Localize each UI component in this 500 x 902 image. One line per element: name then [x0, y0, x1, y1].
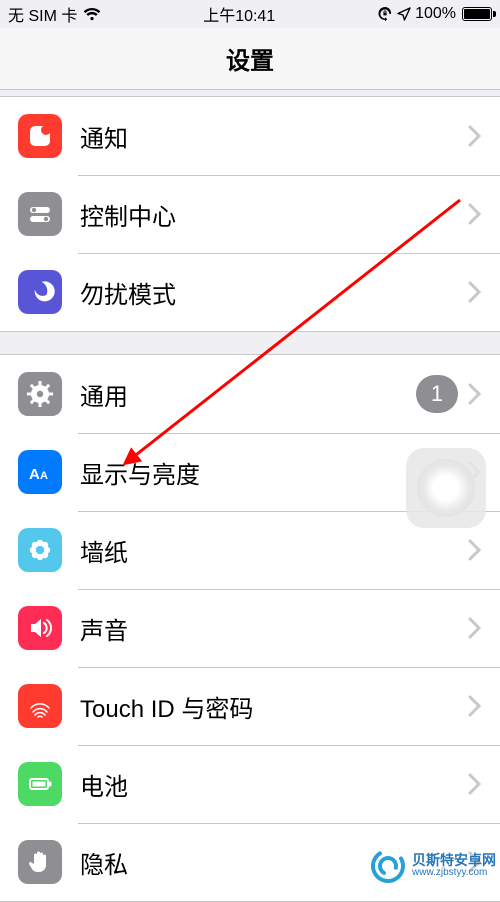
gear-icon [18, 372, 62, 416]
row-dnd[interactable]: 勿扰模式 [0, 253, 500, 331]
battery-percent-text: 100% [415, 5, 456, 23]
text-size-icon: AA [18, 450, 62, 494]
assistive-touch-icon [417, 459, 475, 517]
chevron-right-icon [468, 695, 482, 717]
moon-icon [18, 270, 62, 314]
chevron-right-icon [468, 617, 482, 639]
hand-icon [18, 840, 62, 884]
fingerprint-icon [18, 684, 62, 728]
battery-icon [18, 762, 62, 806]
notifications-icon [18, 114, 62, 158]
assistive-touch-button[interactable] [406, 448, 486, 528]
row-label: 通用 [80, 377, 416, 412]
chevron-right-icon [468, 539, 482, 561]
row-label: Touch ID 与密码 [80, 689, 468, 724]
row-label: 声音 [80, 611, 468, 646]
row-label: 控制中心 [80, 197, 468, 232]
chevron-right-icon [468, 125, 482, 147]
row-touchid[interactable]: Touch ID 与密码 [0, 667, 500, 745]
row-notifications[interactable]: 通知 [0, 97, 500, 175]
carrier-text: 无 SIM 卡 [8, 2, 77, 26]
page-title: 设置 [226, 41, 274, 76]
watermark: 贝斯特安卓网 www.zjbstyy.com [370, 848, 496, 884]
row-general[interactable]: 通用 1 [0, 355, 500, 433]
speaker-icon [18, 606, 62, 650]
flower-icon [18, 528, 62, 572]
battery-icon [462, 7, 492, 21]
svg-text:A: A [29, 466, 40, 483]
settings-group-1: 通知 控制中心 勿扰模式 [0, 96, 500, 332]
orientation-lock-icon [377, 6, 393, 22]
watermark-line2: www.zjbstyy.com [412, 868, 496, 879]
chevron-right-icon [468, 203, 482, 225]
clock-text: 上午10:41 [203, 2, 275, 26]
row-sounds[interactable]: 声音 [0, 589, 500, 667]
row-label: 勿扰模式 [80, 275, 468, 310]
row-label: 墙纸 [80, 533, 468, 568]
notification-badge: 1 [416, 375, 458, 413]
row-label: 通知 [80, 119, 468, 154]
wifi-icon [83, 7, 101, 21]
row-label: 电池 [80, 767, 468, 802]
chevron-right-icon [468, 383, 482, 405]
svg-text:A: A [40, 470, 48, 482]
chevron-right-icon [468, 773, 482, 795]
watermark-line1: 贝斯特安卓网 [412, 852, 496, 868]
row-battery[interactable]: 电池 [0, 745, 500, 823]
settings-group-2: 通用 1 AA 显示与亮度 墙纸 声音 Touch ID 与密码 [0, 354, 500, 902]
location-icon [397, 7, 411, 21]
toggles-icon [18, 192, 62, 236]
row-control-center[interactable]: 控制中心 [0, 175, 500, 253]
chevron-right-icon [468, 281, 482, 303]
nav-header: 设置 [0, 28, 500, 90]
watermark-icon [370, 848, 406, 884]
status-bar: 无 SIM 卡 上午10:41 100% [0, 0, 500, 28]
